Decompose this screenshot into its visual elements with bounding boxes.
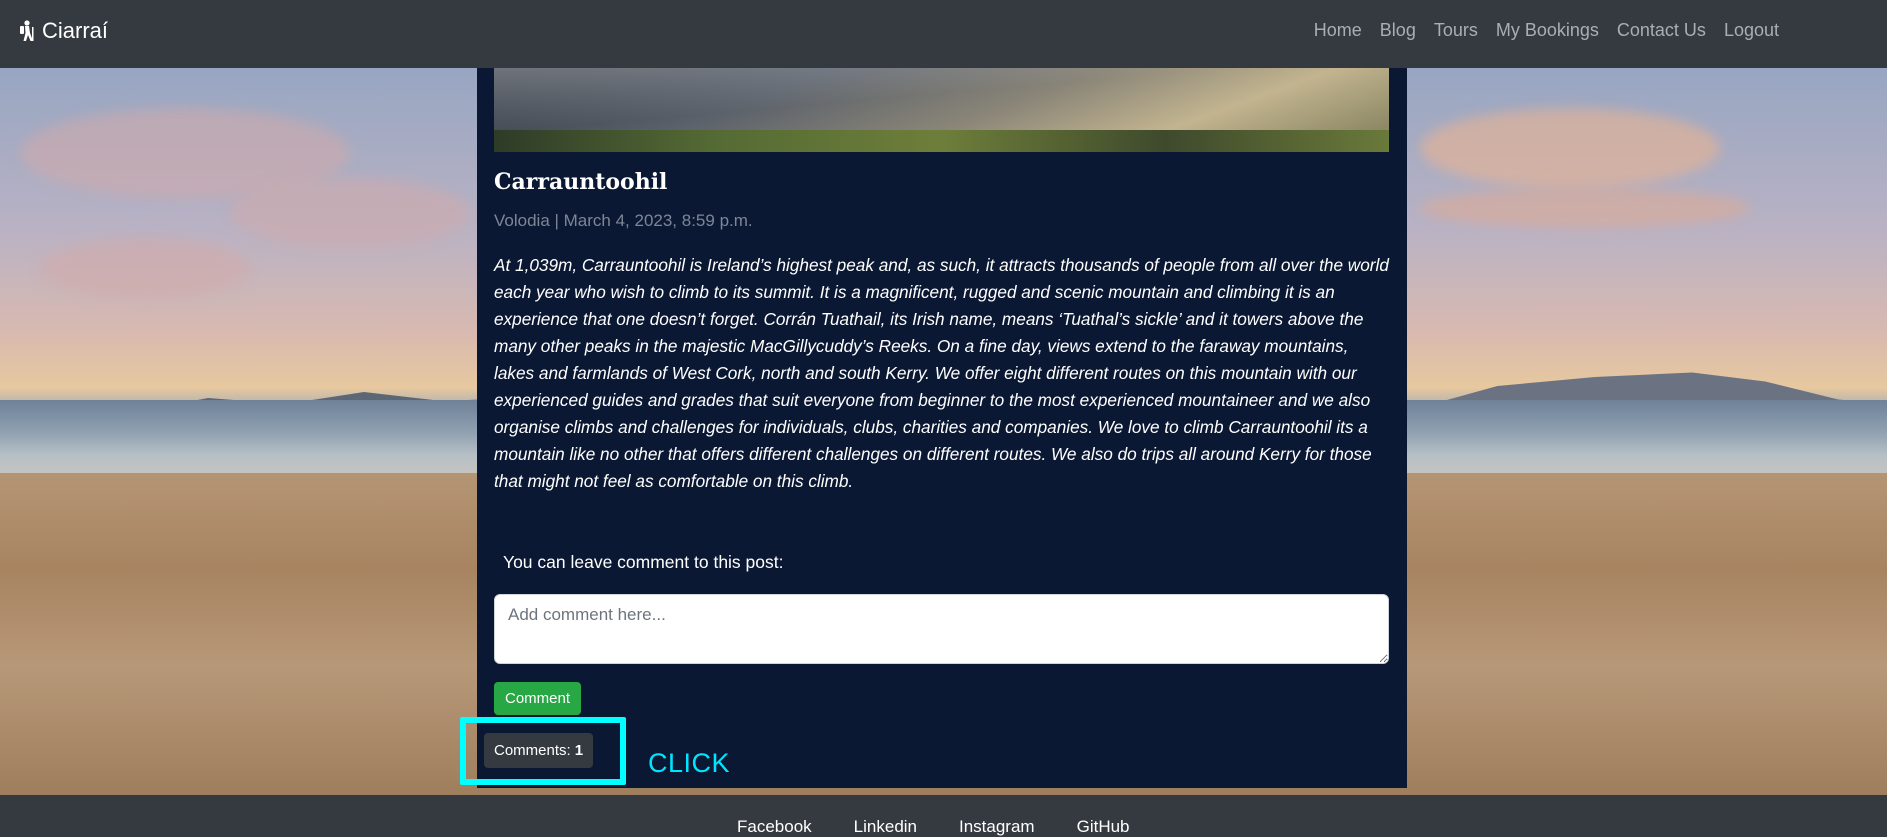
comment-input[interactable]: [494, 594, 1389, 664]
footer-github-link[interactable]: GitHub: [1077, 817, 1130, 837]
post-title: Carrauntoohil: [494, 169, 668, 195]
nav-contact-us[interactable]: Contact Us: [1617, 20, 1706, 41]
hero-grass: [494, 130, 1389, 152]
cloud: [1420, 188, 1750, 228]
brand-name: Ciarraí: [42, 18, 109, 43]
click-annotation-label: CLICK: [648, 748, 731, 778]
footer-facebook-link[interactable]: Facebook: [737, 817, 812, 837]
nav-blog[interactable]: Blog: [1380, 20, 1416, 41]
nav-tours[interactable]: Tours: [1434, 20, 1478, 41]
post-meta: Volodia | March 4, 2023, 8:59 p.m.: [494, 211, 753, 230]
cloud: [230, 178, 470, 248]
footer: Facebook Linkedin Instagram GitHub: [0, 795, 1887, 836]
footer-linkedin-link[interactable]: Linkedin: [854, 817, 917, 837]
footer-instagram-link[interactable]: Instagram: [959, 817, 1035, 837]
cloud: [40, 238, 250, 298]
brand-link[interactable]: Ciarraí: [18, 18, 108, 44]
navbar: Ciarraí Home Blog Tours My Bookings Cont…: [0, 0, 1887, 68]
footer-links: Facebook Linkedin Instagram GitHub: [737, 817, 1130, 837]
nav-logout[interactable]: Logout: [1724, 20, 1779, 41]
post-hero-image: [494, 68, 1389, 152]
comments-count-button[interactable]: Comments: 1: [484, 733, 594, 768]
comment-prompt: You can leave comment to this post:: [503, 552, 784, 572]
comments-label: Comments:: [494, 742, 571, 759]
nav-links: Home Blog Tours My Bookings Contact Us L…: [1314, 20, 1779, 41]
comments-count: 1: [574, 742, 584, 759]
nav-my-bookings[interactable]: My Bookings: [1496, 20, 1599, 41]
post-card: Carrauntoohil Volodia | March 4, 2023, 8…: [477, 68, 1407, 788]
cloud: [1420, 108, 1720, 188]
post-body: At 1,039m, Carrauntoohil is Ireland’s hi…: [494, 255, 1389, 491]
nav-home[interactable]: Home: [1314, 20, 1362, 41]
hiker-icon: [20, 20, 34, 41]
comment-submit-button[interactable]: Comment: [494, 682, 582, 715]
